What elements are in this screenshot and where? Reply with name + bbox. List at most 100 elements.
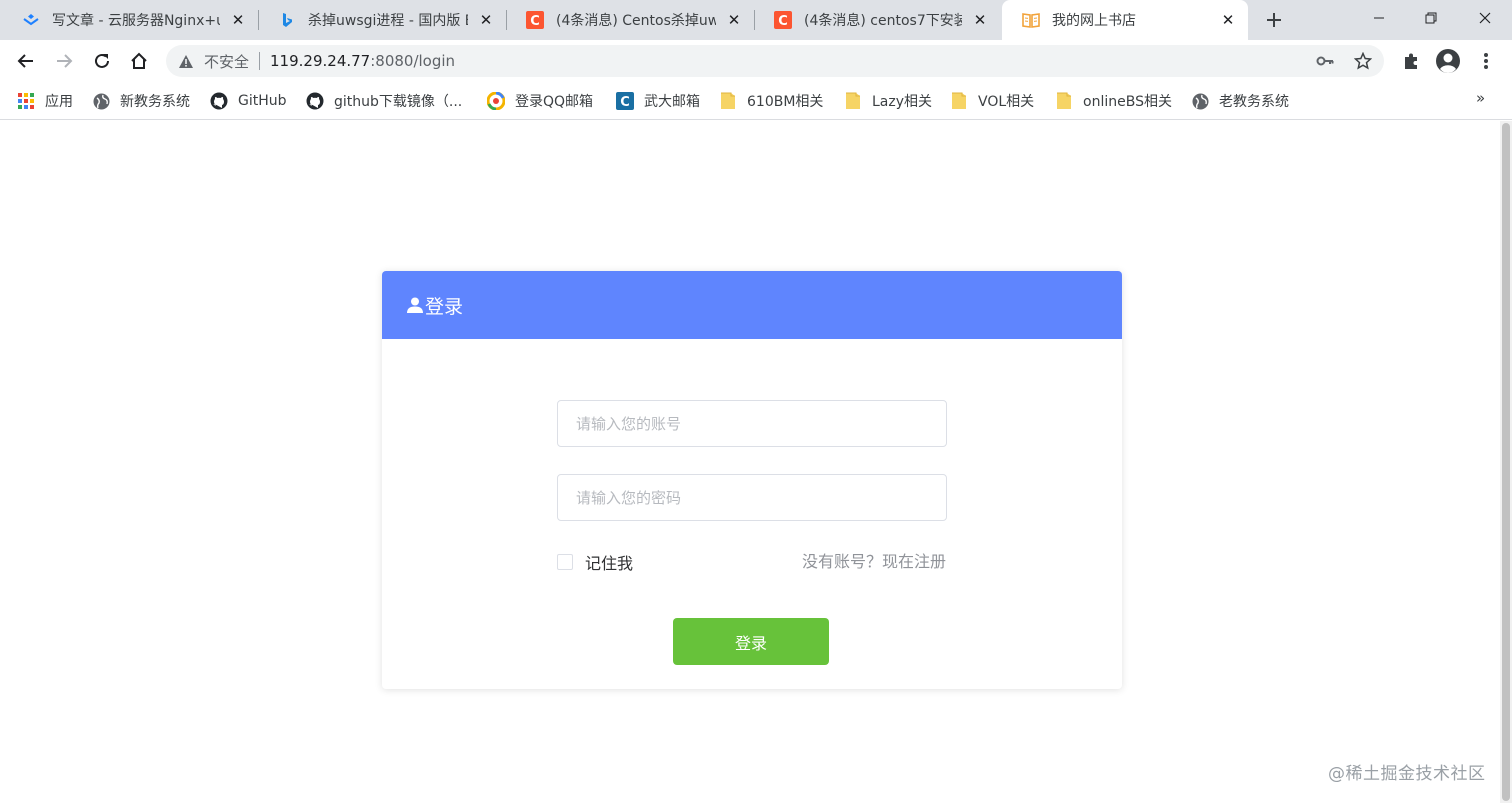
juejin-watermark: @稀土掘金技术社区: [1328, 764, 1486, 784]
bookmark-label: 应用: [45, 94, 73, 110]
github-icon: [306, 92, 324, 110]
remember-me-checkbox[interactable]: [557, 554, 573, 570]
globe-icon: [92, 92, 110, 110]
bookmark-apps[interactable]: 应用: [17, 90, 73, 112]
tab-csdn-1[interactable]: C (4条消息) Centos杀掉uwsg ✕: [506, 0, 754, 40]
kebab-menu-icon: [1484, 53, 1488, 69]
extensions-button[interactable]: [1397, 47, 1425, 75]
restore-icon: [1425, 12, 1437, 24]
close-tab-icon[interactable]: ✕: [1218, 10, 1238, 30]
bookmark-new-jwxt[interactable]: 新教务系统: [92, 90, 190, 112]
folder-icon: [950, 92, 968, 110]
tab-title: (4条消息) Centos杀掉uwsg: [556, 13, 716, 29]
tab-bing[interactable]: 杀掉uwsgi进程 - 国内版 Bi ✕: [258, 0, 506, 40]
remember-me[interactable]: 记住我: [557, 550, 633, 574]
forward-button[interactable]: [50, 47, 78, 75]
tab-title: 杀掉uwsgi进程 - 国内版 Bi: [308, 13, 468, 29]
url-host: 119.29.24.77: [270, 52, 371, 70]
svg-text:C: C: [620, 95, 630, 110]
svg-text:C: C: [778, 14, 788, 29]
login-button[interactable]: 登录: [673, 618, 829, 665]
tab-bookstore[interactable]: 我的网上书店 ✕: [1002, 0, 1248, 40]
tab-juejin[interactable]: 写文章 - 云服务器Nginx+u ✕: [2, 0, 258, 40]
browser-toolbar: 不安全 119.29.24.77:8080/login: [0, 40, 1512, 82]
bookmark-label: 老教务系统: [1219, 94, 1289, 110]
bookmark-github-mirror[interactable]: github下载镜像（...: [306, 90, 462, 112]
bookmark-qqmail[interactable]: 登录QQ邮箱: [487, 90, 593, 112]
url-path: :8080/login: [370, 52, 456, 70]
svg-text:C: C: [530, 14, 540, 29]
remember-me-label: 记住我: [585, 554, 634, 573]
key-icon[interactable]: [1313, 49, 1337, 73]
close-tab-icon[interactable]: ✕: [228, 10, 248, 30]
login-card: 登录 记住我 没有账号？现在注册 登录: [382, 271, 1122, 689]
apps-grid-icon: [17, 92, 35, 110]
bookmark-label: VOL相关: [978, 94, 1035, 110]
book-icon: [1022, 11, 1040, 29]
juejin-icon: [22, 11, 40, 29]
puzzle-icon: [1405, 53, 1417, 69]
plus-icon: [1267, 13, 1281, 27]
tab-title: (4条消息) centos7下安装u: [804, 13, 962, 29]
tab-title: 我的网上书店: [1052, 13, 1136, 29]
user-icon: [406, 296, 424, 314]
warning-icon[interactable]: [178, 53, 194, 69]
home-button[interactable]: [125, 47, 153, 75]
star-icon[interactable]: [1351, 49, 1375, 73]
avatar-icon: [1436, 49, 1460, 73]
bookmark-label: 登录QQ邮箱: [515, 94, 594, 110]
coremail-icon: C: [616, 92, 634, 110]
minimize-button[interactable]: [1354, 0, 1404, 36]
bookmark-label: github下载镜像（...: [334, 94, 463, 110]
bookmark-github[interactable]: GitHub: [210, 90, 287, 112]
reload-icon: [95, 53, 109, 68]
new-tab-button[interactable]: [1262, 8, 1286, 32]
bookmark-folder-onlinebs[interactable]: onlineBS相关: [1055, 90, 1172, 112]
password-input[interactable]: [557, 474, 947, 521]
bookmark-folder-vol[interactable]: VOL相关: [950, 90, 1034, 112]
bing-icon: [278, 11, 296, 29]
register-link[interactable]: 没有账号？现在注册: [802, 548, 946, 572]
folder-icon: [844, 92, 862, 110]
csdn-icon: C: [774, 11, 792, 29]
home-icon: [131, 52, 147, 69]
bookmark-label: Lazy相关: [872, 94, 933, 110]
tab-title: 写文章 - 云服务器Nginx+u: [52, 13, 220, 29]
menu-button[interactable]: [1472, 47, 1500, 75]
page-viewport: 登录 记住我 没有账号？现在注册 登录 @稀土掘金技术社区: [0, 121, 1512, 803]
close-tab-icon[interactable]: ✕: [970, 10, 990, 30]
globe-icon: [1191, 92, 1209, 110]
bookmark-old-jwxt[interactable]: 老教务系统: [1191, 90, 1289, 112]
reload-button[interactable]: [88, 47, 116, 75]
minimize-icon: [1374, 17, 1384, 19]
account-input[interactable]: [557, 400, 947, 447]
tab-csdn-2[interactable]: C (4条消息) centos7下安装u ✕: [754, 0, 1000, 40]
profile-button[interactable]: [1434, 47, 1462, 75]
address-bar[interactable]: 不安全 119.29.24.77:8080/login: [166, 45, 1384, 77]
bookmark-folder-610bm[interactable]: 610BM相关: [719, 90, 823, 112]
close-icon: [1479, 12, 1491, 24]
close-tab-icon[interactable]: ✕: [476, 10, 496, 30]
close-tab-icon[interactable]: ✕: [724, 10, 744, 30]
url-text[interactable]: 119.29.24.77:8080/login: [270, 52, 455, 70]
github-icon: [210, 92, 228, 110]
tab-strip: 写文章 - 云服务器Nginx+u ✕ 杀掉uwsgi进程 - 国内版 Bi ✕…: [0, 0, 1512, 40]
qqmail-icon: [487, 92, 505, 110]
folder-icon: [1055, 92, 1073, 110]
close-window-button[interactable]: [1460, 0, 1510, 36]
restore-button[interactable]: [1406, 0, 1456, 36]
bookmark-whu-mail[interactable]: C 武大邮箱: [616, 90, 700, 112]
page-scrollbar[interactable]: [1500, 121, 1512, 803]
bookmarks-overflow-button[interactable]: »: [1476, 89, 1485, 107]
bookmark-label: 武大邮箱: [644, 94, 700, 110]
login-card-header: 登录: [382, 271, 1122, 339]
folder-icon: [719, 92, 737, 110]
bookmark-folder-lazy[interactable]: Lazy相关: [844, 90, 932, 112]
bookmark-label: GitHub: [238, 93, 287, 109]
bookmark-label: 新教务系统: [120, 94, 190, 110]
scrollbar-thumb[interactable]: [1502, 123, 1510, 801]
arrow-right-icon: [57, 54, 73, 68]
back-button[interactable]: [12, 47, 40, 75]
security-label[interactable]: 不安全: [204, 51, 249, 72]
bookmark-label: onlineBS相关: [1083, 94, 1172, 110]
